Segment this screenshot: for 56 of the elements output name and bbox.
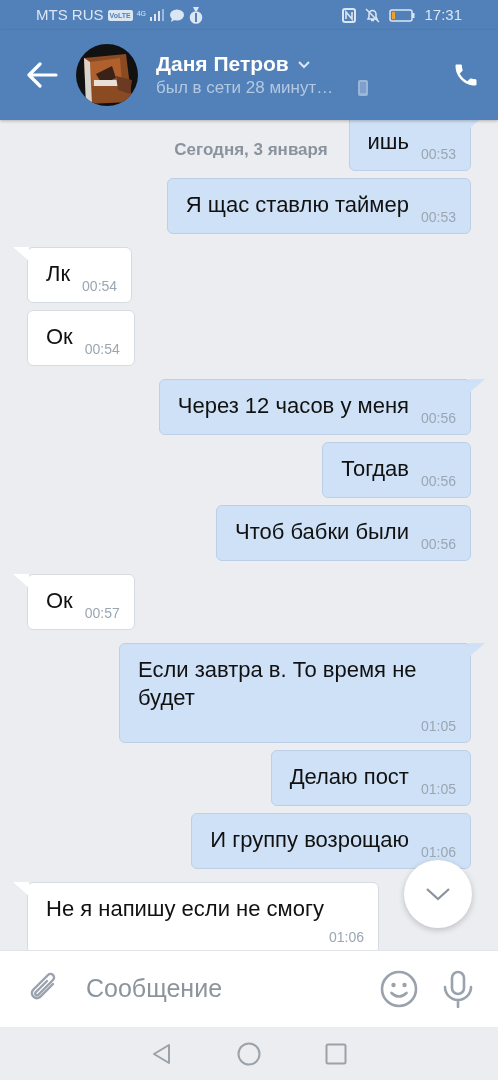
message-time: 00:54 [83,341,120,357]
smiley-icon [380,970,418,1008]
message-bubble[interactable]: Чтоб бабки были 00:56 [216,505,471,561]
message-text: ишь [367,128,409,156]
contact-name[interactable]: Даня Петров [156,51,289,77]
message-time: 00:56 [419,473,456,489]
message-bubble[interactable]: Делаю пост 01:05 [270,750,471,806]
back-button[interactable] [26,62,58,88]
emoji-button[interactable] [380,970,418,1008]
message-time: 00:53 [419,209,456,225]
battery-icon [389,8,416,22]
message-time: 01:05 [419,718,456,734]
message-time: 00:56 [419,410,456,426]
message-time: 00:54 [81,278,118,294]
microphone-icon [442,970,474,1008]
message-text: Не я напишу если не смогу [46,895,324,923]
square-icon [325,1042,347,1065]
message-text: Делаю пост [289,763,409,791]
message-text: И группу возрощаю [210,826,409,854]
chat-bubble-icon [170,8,184,22]
message-text: Через 12 часов у меня [177,392,409,420]
signal-icon [150,9,166,21]
message-text: Я щас ставлю таймер [185,191,409,219]
nav-back-button[interactable] [151,1042,173,1065]
nfc-icon [342,7,357,23]
back-arrow-icon [26,62,58,88]
last-seen-status: был в сети 28 минут… [156,77,334,99]
home-button[interactable] [237,1041,261,1066]
scroll-down-button[interactable] [404,860,472,928]
message-text: Ок [46,323,73,351]
bell-off-icon [365,7,381,23]
recents-button[interactable] [325,1042,347,1065]
message-time: 00:57 [83,605,120,621]
message-time: 00:53 [419,146,456,162]
clock: 17:31 [424,4,462,25]
message-time: 00:56 [419,536,456,552]
chevron-down-icon[interactable] [296,59,311,69]
chevron-down-icon [425,887,451,901]
message-bubble[interactable]: Тогдав 00:56 [322,442,471,498]
message-time: 01:06 [419,844,456,860]
message-text: Чтоб бабки были [235,518,409,546]
message-text: Ок [46,587,73,615]
message-input[interactable]: Сообщение [84,969,380,1009]
circle-icon [237,1041,261,1066]
triangle-icon [151,1042,173,1065]
microphone-button[interactable] [442,970,474,1008]
message-time: 01:05 [419,781,456,797]
phone-device-icon [357,79,370,97]
carrier-name: MTS RUS [36,4,104,25]
message-text: Если завтра в. То время не будет [138,656,418,712]
message-text: Тогдав [341,455,409,483]
message-text: Лк [46,260,71,288]
message-bubble[interactable]: Ок 00:54 [27,310,135,366]
message-time: 01:06 [327,929,364,945]
message-bubble[interactable]: И группу возрощаю 01:06 [191,813,471,869]
message-bubble[interactable]: Я щас ставлю таймер 00:53 [166,178,471,234]
